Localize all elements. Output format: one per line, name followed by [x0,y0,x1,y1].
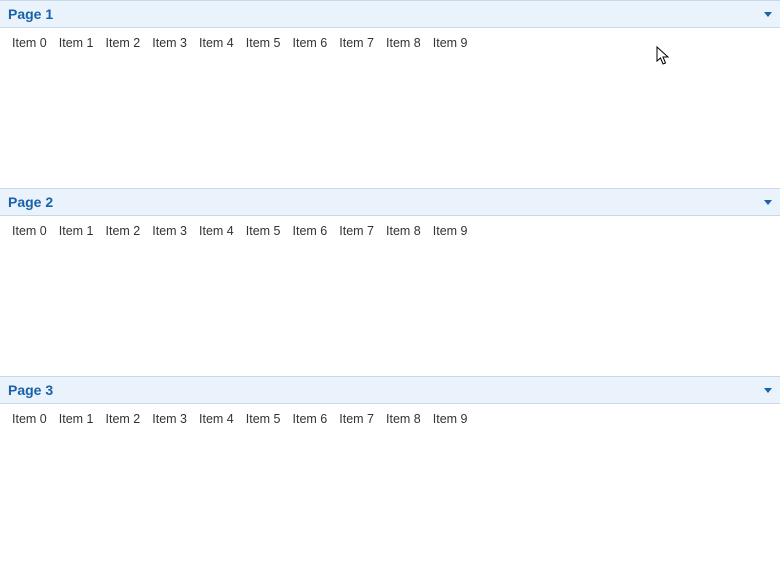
panel-page-2: Page 2 Item 0 Item 1 Item 2 Item 3 Item … [0,188,780,376]
list-item[interactable]: Item 6 [287,34,334,52]
list-item[interactable]: Item 0 [6,222,53,240]
list-item[interactable]: Item 9 [427,410,474,428]
chevron-down-icon [764,12,772,17]
list-item[interactable]: Item 8 [380,222,427,240]
list-item[interactable]: Item 4 [193,34,240,52]
list-item[interactable]: Item 4 [193,410,240,428]
list-item[interactable]: Item 7 [333,34,380,52]
chevron-down-icon [764,388,772,393]
panel-header-page-3[interactable]: Page 3 [0,377,780,404]
panel-title: Page 2 [8,194,53,210]
list-item[interactable]: Item 7 [333,410,380,428]
list-item[interactable]: Item 8 [380,34,427,52]
list-item[interactable]: Item 5 [240,222,287,240]
list-item[interactable]: Item 1 [53,222,100,240]
list-item[interactable]: Item 0 [6,410,53,428]
chevron-down-icon [764,200,772,205]
list-item[interactable]: Item 2 [100,34,147,52]
panel-header-page-1[interactable]: Page 1 [0,1,780,28]
panel-title: Page 1 [8,6,53,22]
panel-body-page-2: Item 0 Item 1 Item 2 Item 3 Item 4 Item … [0,216,780,376]
list-item[interactable]: Item 9 [427,222,474,240]
list-item[interactable]: Item 5 [240,410,287,428]
panel-title: Page 3 [8,382,53,398]
panel-header-page-2[interactable]: Page 2 [0,189,780,216]
list-item[interactable]: Item 4 [193,222,240,240]
item-list: Item 0 Item 1 Item 2 Item 3 Item 4 Item … [6,222,774,240]
item-list: Item 0 Item 1 Item 2 Item 3 Item 4 Item … [6,34,774,52]
list-item[interactable]: Item 1 [53,410,100,428]
list-item[interactable]: Item 9 [427,34,474,52]
panel-page-3: Page 3 Item 0 Item 1 Item 2 Item 3 Item … [0,376,780,564]
list-item[interactable]: Item 6 [287,222,334,240]
list-item[interactable]: Item 7 [333,222,380,240]
list-item[interactable]: Item 6 [287,410,334,428]
panel-body-page-3: Item 0 Item 1 Item 2 Item 3 Item 4 Item … [0,404,780,564]
list-item[interactable]: Item 0 [6,34,53,52]
list-item[interactable]: Item 2 [100,222,147,240]
list-item[interactable]: Item 3 [146,222,193,240]
list-item[interactable]: Item 3 [146,410,193,428]
item-list: Item 0 Item 1 Item 2 Item 3 Item 4 Item … [6,410,774,428]
list-item[interactable]: Item 5 [240,34,287,52]
list-item[interactable]: Item 3 [146,34,193,52]
list-item[interactable]: Item 8 [380,410,427,428]
panel-body-page-1: Item 0 Item 1 Item 2 Item 3 Item 4 Item … [0,28,780,188]
list-item[interactable]: Item 2 [100,410,147,428]
panel-page-1: Page 1 Item 0 Item 1 Item 2 Item 3 Item … [0,0,780,188]
list-item[interactable]: Item 1 [53,34,100,52]
